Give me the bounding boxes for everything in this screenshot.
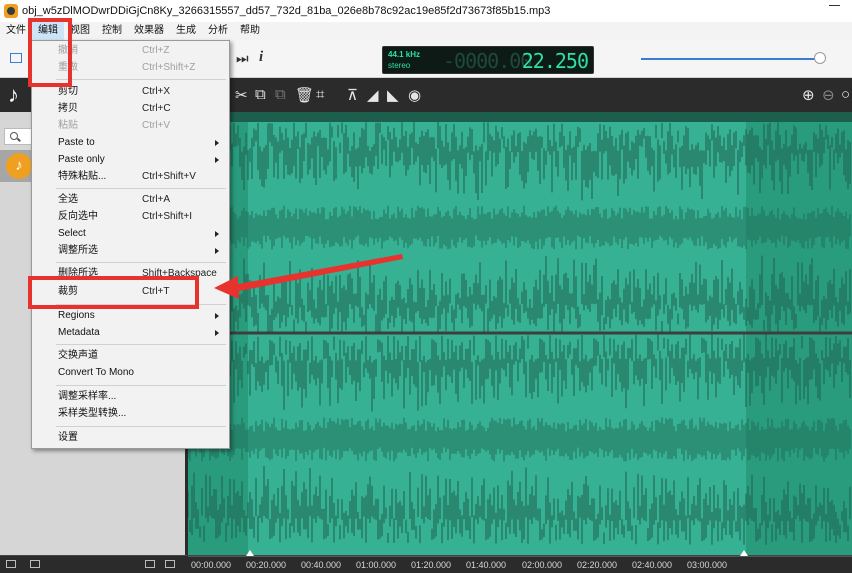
menu-item-paste[interactable]: 粘贴	[58, 118, 78, 134]
menu-help[interactable]: 帮助	[234, 22, 266, 40]
menu-analyze[interactable]: 分析	[202, 22, 234, 40]
timeline-tick: 02:40.000	[632, 560, 673, 570]
zoom-out-icon[interactable]: ⊖	[822, 86, 835, 104]
menu-control[interactable]: 控制	[96, 22, 128, 40]
menu-item-paste-special[interactable]: 特殊粘贴...	[58, 169, 106, 185]
editor-toolbar: ✂ ⧉ ⧉ 🗑 ⌗ ⊼ ◢ ◣ ◉ ⊕ ⊖ ○	[185, 78, 852, 112]
minimize-button[interactable]	[829, 5, 840, 6]
fade-in-icon[interactable]: ◢	[367, 86, 379, 104]
window-title: obj_w5zDlMODwrDDiGjCn8Ky_3266315557_dd57…	[22, 5, 551, 17]
sample-rate: 44.1 kHz	[388, 50, 421, 59]
shortcut-paste-special: Ctrl+Shift+V	[142, 171, 196, 182]
menu-separator	[56, 262, 226, 263]
delete-icon[interactable]: 🗑	[295, 86, 314, 104]
menu-separator	[56, 385, 226, 386]
menu-item-regions[interactable]: Regions	[58, 308, 95, 324]
menu-separator	[56, 426, 226, 427]
timeline-tick: 00:00.000	[191, 560, 232, 570]
menu-item-copy[interactable]: 拷贝	[58, 101, 78, 117]
timeline-ruler	[188, 556, 852, 557]
music-note-icon: ♪	[8, 82, 19, 107]
paste-icon[interactable]: ⧉	[275, 86, 286, 103]
timeline-tick: 02:20.000	[577, 560, 618, 570]
annotation-edit-menu-highlight	[28, 18, 72, 87]
title-bar: obj_w5zDlMODwrDDiGjCn8Ky_3266315557_dd57…	[0, 0, 852, 22]
submenu-arrow-icon	[215, 231, 219, 237]
submenu-arrow-icon	[215, 248, 219, 254]
shortcut-copy: Ctrl+C	[142, 103, 171, 114]
submenu-arrow-icon	[215, 330, 219, 336]
timeline-bar: 00:00.000 00:20.000 00:40.000 01:00.000 …	[0, 550, 852, 573]
menu-item-select-all[interactable]: 全选	[58, 192, 78, 208]
effect-icon[interactable]: ◉	[408, 86, 421, 104]
annotation-trim-highlight	[28, 276, 199, 309]
image-icon[interactable]	[145, 560, 155, 568]
channel-mode: stereo	[388, 61, 411, 70]
shortcut-invert-selection: Ctrl+Shift+I	[142, 211, 193, 222]
cut-icon[interactable]: ✂	[235, 86, 248, 104]
timeline-tick: 01:20.000	[411, 560, 452, 570]
zoom-in-icon[interactable]: ⊕	[802, 86, 815, 104]
menu-separator	[56, 79, 226, 80]
audio-file-icon: ♪	[6, 153, 32, 179]
shortcut-paste: Ctrl+V	[142, 120, 171, 131]
menu-item-paste-only[interactable]: Paste only	[58, 152, 105, 168]
menu-generate[interactable]: 生成	[170, 22, 202, 40]
normalize-icon[interactable]: ⊼	[347, 86, 358, 104]
menu-item-sample-type[interactable]: 采样类型转换...	[58, 406, 126, 422]
submenu-arrow-icon	[215, 313, 219, 319]
shortcut-cut: Ctrl+X	[142, 86, 171, 97]
menu-item-paste-to[interactable]: Paste to	[58, 135, 95, 151]
menu-bar: 文件 编辑 视图 控制 效果器 生成 分析 帮助	[0, 22, 852, 40]
timeline-tick: 01:00.000	[356, 560, 397, 570]
list-view-icon[interactable]	[6, 560, 16, 568]
info-icon[interactable]: i	[259, 49, 263, 66]
time-readout: 22.250	[521, 49, 589, 73]
submenu-arrow-icon	[215, 140, 219, 146]
zoom-fit-icon[interactable]: ○	[841, 86, 850, 103]
selection-tool-icon[interactable]	[10, 53, 22, 63]
skip-forward-icon[interactable]: ⏭	[236, 50, 249, 67]
selection-start-marker[interactable]	[246, 550, 254, 556]
menu-separator	[56, 188, 226, 189]
timeline-tick: 02:00.000	[522, 560, 563, 570]
menu-item-settings[interactable]: 设置	[58, 430, 78, 446]
waveform-svg[interactable]	[188, 112, 852, 555]
search-icon	[10, 132, 18, 140]
app-icon	[4, 4, 18, 18]
menu-item-select[interactable]: Select	[58, 226, 86, 242]
menu-item-resample[interactable]: 调整采样率...	[58, 389, 116, 405]
selection-end-marker[interactable]	[740, 550, 748, 556]
fade-out-icon[interactable]: ◣	[387, 86, 399, 104]
menu-item-swap-channels[interactable]: 交换声道	[58, 348, 98, 364]
time-placeholder: -0000.00	[443, 49, 532, 73]
crop-icon[interactable]: ⌗	[316, 86, 324, 103]
submenu-arrow-icon	[215, 157, 219, 163]
edit-menu-dropdown: 撤销 Ctrl+Z 重做 Ctrl+Shift+Z 剪切 Ctrl+X 拷贝 C…	[31, 40, 230, 449]
waveform-view[interactable]	[188, 112, 852, 555]
time-display: 44.1 kHz stereo -0000.00 22.250	[382, 46, 594, 74]
copy-icon[interactable]: ⧉	[255, 86, 266, 103]
timeline-tick: 00:40.000	[301, 560, 342, 570]
grid-view-icon[interactable]	[30, 560, 40, 568]
settings-icon[interactable]	[165, 560, 175, 568]
timeline-tick: 03:00.000	[687, 560, 728, 570]
menu-item-adjust-selection[interactable]: 调整所选	[58, 243, 98, 259]
menu-effects[interactable]: 效果器	[128, 22, 170, 40]
timeline-tick: 00:20.000	[246, 560, 287, 570]
menu-item-metadata[interactable]: Metadata	[58, 325, 100, 341]
volume-slider-track[interactable]	[641, 58, 821, 60]
menu-separator	[56, 344, 226, 345]
volume-slider-knob[interactable]	[814, 52, 826, 64]
shortcut-select-all: Ctrl+A	[142, 194, 171, 205]
menu-item-invert-selection[interactable]: 反向选中	[58, 209, 98, 225]
timeline-tick: 01:40.000	[466, 560, 507, 570]
menu-item-convert-to-mono[interactable]: Convert To Mono	[58, 365, 134, 381]
shortcut-undo: Ctrl+Z	[142, 45, 170, 56]
shortcut-redo: Ctrl+Shift+Z	[142, 62, 196, 73]
